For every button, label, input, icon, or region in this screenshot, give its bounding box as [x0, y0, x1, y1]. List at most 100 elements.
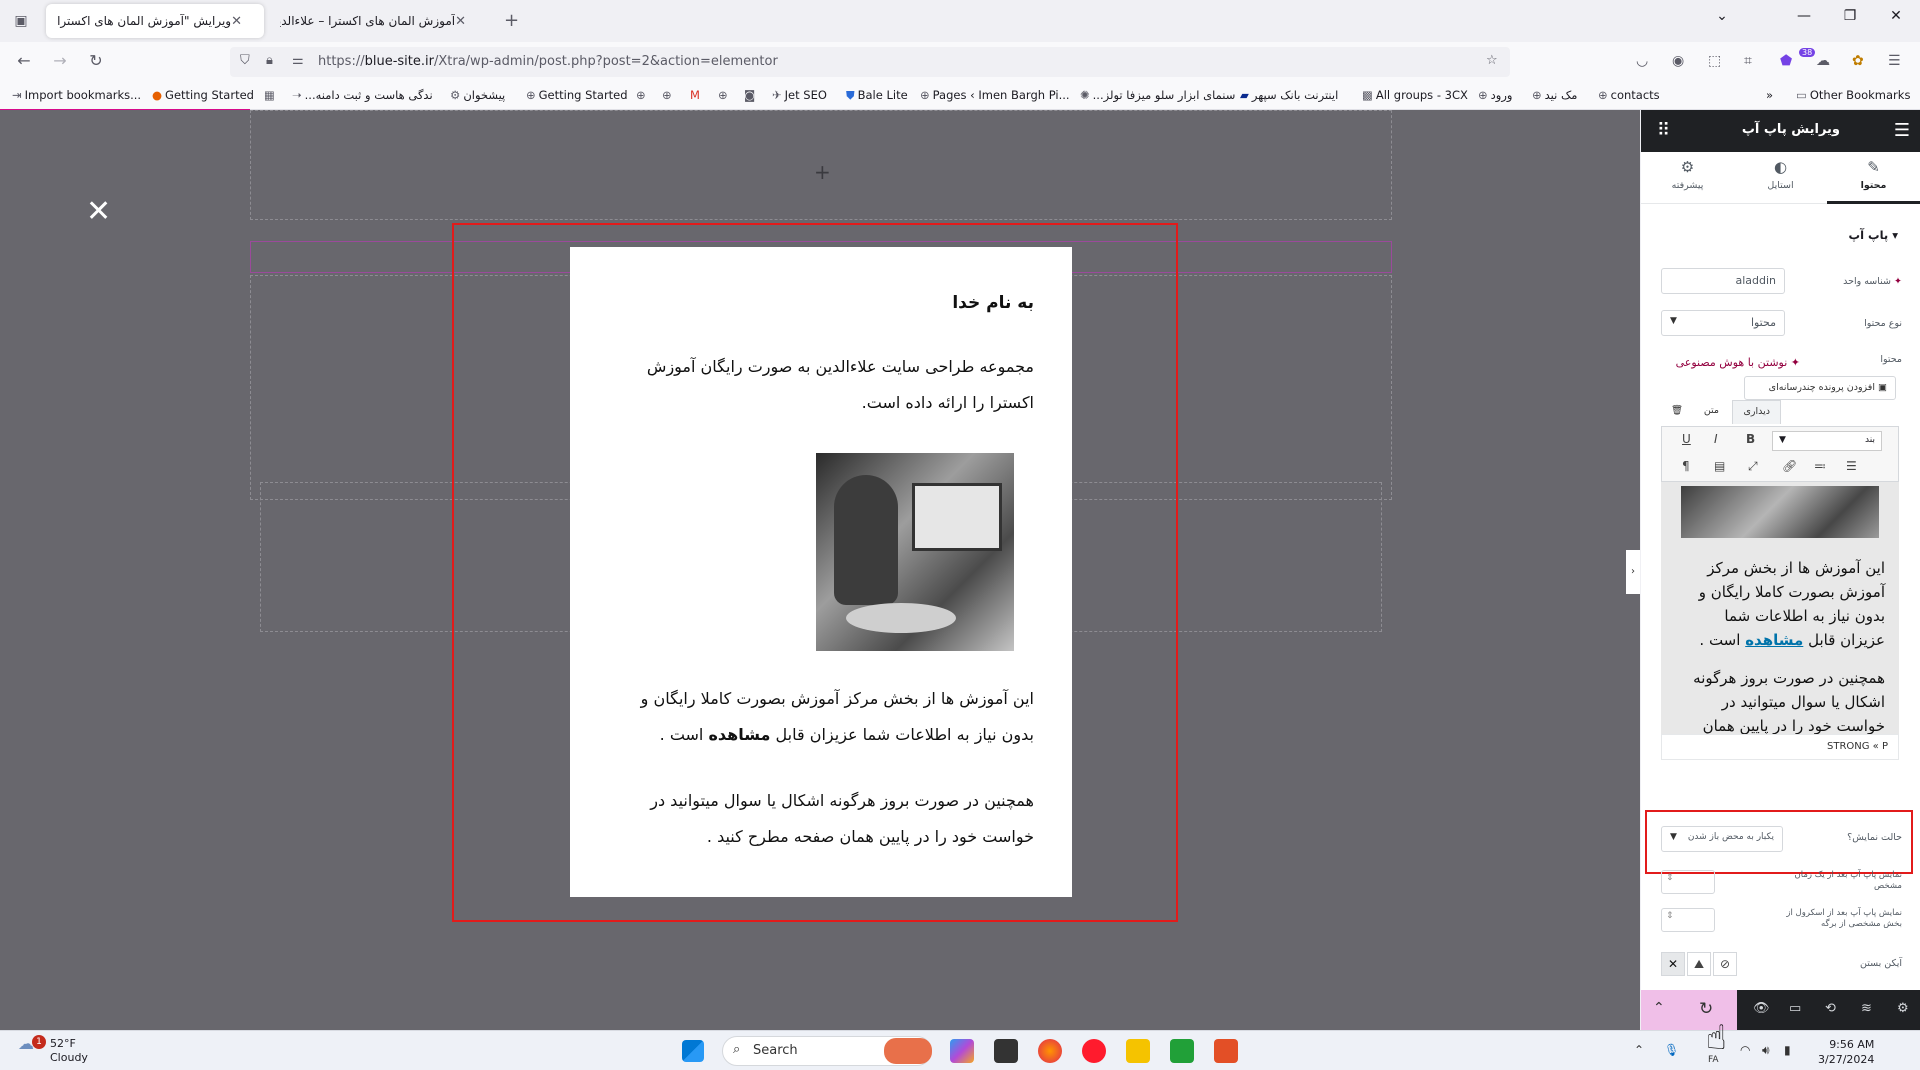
panel-collapse-chevron-icon[interactable]: › — [1626, 550, 1640, 594]
bookmark-app[interactable]: ◙ — [744, 88, 758, 102]
bookmark-globe-1[interactable]: ⊕ — [636, 88, 649, 102]
bookmark-dashboard[interactable]: ⚙ پیشخوان — [450, 88, 505, 102]
bookmark-bale-lite[interactable]: ⛊ Bale Lite — [846, 88, 908, 103]
preview-eye-icon[interactable]: 👁︎ — [1753, 1001, 1770, 1016]
taskbar-clock[interactable]: 9:56 AM 3/27/2024 — [1818, 1037, 1874, 1067]
toolbar-toggle-icon[interactable]: ▤ — [1714, 459, 1725, 473]
delay-stepper[interactable]: ⇕ — [1661, 870, 1715, 894]
delete-icon[interactable]: 🗑︎ — [1661, 400, 1693, 424]
close-x-option-icon[interactable]: ✕ — [1661, 952, 1685, 976]
rtl-paragraph-icon[interactable]: ¶ — [1682, 459, 1690, 473]
bookmark-hosting[interactable]: ➝ ...ندگی هاست و ثبت دامنه — [292, 88, 433, 102]
tab-advanced[interactable]: ⚙ پیشرفته — [1641, 152, 1734, 204]
bookmark-contacts[interactable]: ⊕ contacts — [1598, 88, 1660, 102]
tab-overflow-chevron-icon[interactable]: ⌄ — [1708, 8, 1736, 24]
upload-option-icon[interactable]: ⛰ — [1687, 952, 1711, 976]
unit-id-input[interactable]: aladdin — [1661, 268, 1785, 294]
tab-visual[interactable]: دیداری — [1732, 400, 1781, 424]
tab-style[interactable]: ◐ استایل — [1734, 152, 1827, 204]
responsive-icon[interactable]: ▭ — [1789, 1001, 1801, 1016]
add-media-button[interactable]: ▣ افزودن پرونده چندرسانه‌ای — [1744, 376, 1896, 400]
tab-site-page[interactable]: ✕ آموزش المان های اکسترا – علاءالدین — [268, 4, 488, 38]
firefox-taskbar-icon[interactable] — [1038, 1039, 1062, 1063]
bookmarks-overflow-icon[interactable]: » — [1766, 88, 1773, 102]
forward-icon[interactable]: → — [48, 51, 72, 70]
other-bookmarks[interactable]: ▭ Other Bookmarks — [1796, 88, 1910, 102]
bookmark-import[interactable]: ⇥ Import bookmarks... — [12, 88, 141, 102]
bookmark-jet-seo[interactable]: ✈ Jet SEO — [772, 88, 827, 102]
bookmark-globe-2[interactable]: ⊕ — [662, 88, 675, 102]
copilot-icon[interactable] — [950, 1039, 974, 1063]
close-window-icon[interactable]: ✕ — [1882, 8, 1910, 24]
underline-icon[interactable]: U — [1682, 432, 1691, 446]
none-option-icon[interactable]: ⊘ — [1713, 952, 1737, 976]
close-tab-icon[interactable]: ✕ — [231, 14, 242, 29]
bullet-list-icon[interactable]: ☰ — [1846, 459, 1857, 473]
lock-icon[interactable]: 🔒︎ — [266, 53, 273, 68]
opera-icon[interactable] — [1082, 1039, 1106, 1063]
search-highlight-icon[interactable] — [884, 1038, 932, 1064]
bookmark-pages[interactable]: ⊕ Pages ‹ Imen Bargh Pi... — [920, 88, 1070, 102]
widgets-grid-icon[interactable]: ⠿ — [1657, 120, 1670, 141]
ai-write-link[interactable]: ✦ نوشتن با هوش مصنوعی — [1676, 356, 1800, 369]
bookmark-getting-started-2[interactable]: ⊕ Getting Started — [526, 88, 628, 102]
shield-icon[interactable]: ⛉ — [240, 53, 250, 68]
fullscreen-icon[interactable]: ⤢ — [1748, 459, 1758, 474]
add-section-icon[interactable]: + — [814, 160, 831, 184]
wifi-icon[interactable]: ◠ — [1740, 1043, 1750, 1057]
tab-content[interactable]: ✎ محتوا — [1827, 152, 1920, 204]
microphone-icon[interactable]: 🎙︎ — [1664, 1043, 1679, 1057]
editor-canvas[interactable]: + ✕ به نام خدا مجموعه طراحی سایت علاءالد… — [0, 110, 1640, 1030]
section-toggle-popup[interactable]: ▾ پاپ آپ — [1849, 228, 1898, 242]
bookmark-star-icon[interactable]: ☆ — [1486, 53, 1498, 68]
battery-icon[interactable]: ▮ — [1784, 1043, 1791, 1057]
link-icon[interactable]: 🔗︎ — [1782, 459, 1797, 473]
italic-icon[interactable]: I — [1714, 432, 1718, 446]
tab-list-icon[interactable]: ▣ — [10, 10, 32, 32]
bookmark-tools[interactable]: ✺ ...سنمای ابزار سلو میزفا تولز — [1080, 88, 1235, 102]
extensions-icon[interactable]: ⬚ — [1708, 53, 1721, 69]
camtasia-icon[interactable] — [1170, 1039, 1194, 1063]
numbered-list-icon[interactable]: ≔ — [1814, 459, 1826, 473]
menu-icon[interactable]: ☰ — [1888, 53, 1901, 69]
permissions-icon[interactable]: ⚌ — [292, 53, 304, 68]
volume-icon[interactable]: 🔊︎ — [1762, 1043, 1770, 1058]
bold-icon[interactable]: B — [1746, 432, 1755, 446]
wysiwyg-editor[interactable]: این آموزش ها از بخش مرکز آموزش بصورت کام… — [1661, 482, 1899, 734]
tab-text[interactable]: متن — [1694, 400, 1729, 424]
new-tab-icon[interactable]: + — [504, 10, 519, 31]
editor-link[interactable]: مشاهده — [1745, 631, 1803, 649]
hamburger-menu-icon[interactable]: ☰ — [1894, 120, 1910, 141]
pocket-icon[interactable]: ◡ — [1636, 53, 1648, 69]
popup-box[interactable]: به نام خدا مجموعه طراحی سایت علاءالدین ب… — [570, 247, 1072, 897]
minimize-icon[interactable]: — — [1790, 8, 1818, 24]
terminal-icon[interactable] — [994, 1039, 1018, 1063]
addon-icon[interactable]: ✿ — [1852, 53, 1864, 69]
bookmark-login[interactable]: ⊕ ورود — [1478, 88, 1512, 102]
account-icon[interactable]: ◉ — [1672, 53, 1684, 69]
url-bar[interactable]: ⛉ 🔒︎ ⚌ https://blue-site.ir/Xtra/wp-admi… — [230, 47, 1510, 77]
ublock-icon[interactable]: ⬟ — [1780, 53, 1792, 69]
popup-close-icon[interactable]: ✕ — [86, 194, 111, 229]
bookmark-gmail[interactable]: M — [690, 88, 703, 102]
chevron-up-icon[interactable]: ⌃ — [1653, 1000, 1665, 1016]
bookmark-icon-only[interactable]: ▦ — [264, 88, 278, 102]
display-mode-select[interactable]: یکبار به محض باز شدن ▼ — [1661, 826, 1783, 852]
crop-icon[interactable]: ⌗ — [1744, 53, 1752, 69]
close-tab-icon[interactable]: ✕ — [455, 14, 466, 29]
weather-widget[interactable]: ☁ 1 52°F Cloudy — [18, 1035, 88, 1064]
recorder-icon[interactable] — [1214, 1039, 1238, 1063]
restore-icon[interactable]: ❐ — [1836, 8, 1864, 24]
vpn-icon[interactable]: ☁ — [1816, 53, 1830, 69]
bookmark-getting-started[interactable]: ● Getting Started — [152, 88, 254, 102]
content-type-select[interactable]: محتوا ▼ — [1661, 310, 1785, 336]
tray-overflow-chevron-icon[interactable]: ⌃ — [1634, 1043, 1644, 1057]
scroll-stepper[interactable]: ⇕ — [1661, 908, 1715, 932]
back-icon[interactable]: ← — [12, 51, 36, 70]
bookmark-sepah-bank[interactable]: ▰ اینترنت بانک سپهر — [1240, 88, 1338, 102]
url-text[interactable]: https://blue-site.ir/Xtra/wp-admin/post.… — [318, 54, 778, 69]
bookmark-3cx[interactable]: ▩ All groups - 3CX — [1362, 88, 1468, 102]
tab-elementor-editor[interactable]: ✕ ویرایش "آموزش المان های اکسترا ... — [46, 4, 264, 38]
format-select[interactable]: بند ▼ — [1772, 431, 1882, 451]
reload-icon[interactable]: ↻ — [84, 51, 108, 70]
